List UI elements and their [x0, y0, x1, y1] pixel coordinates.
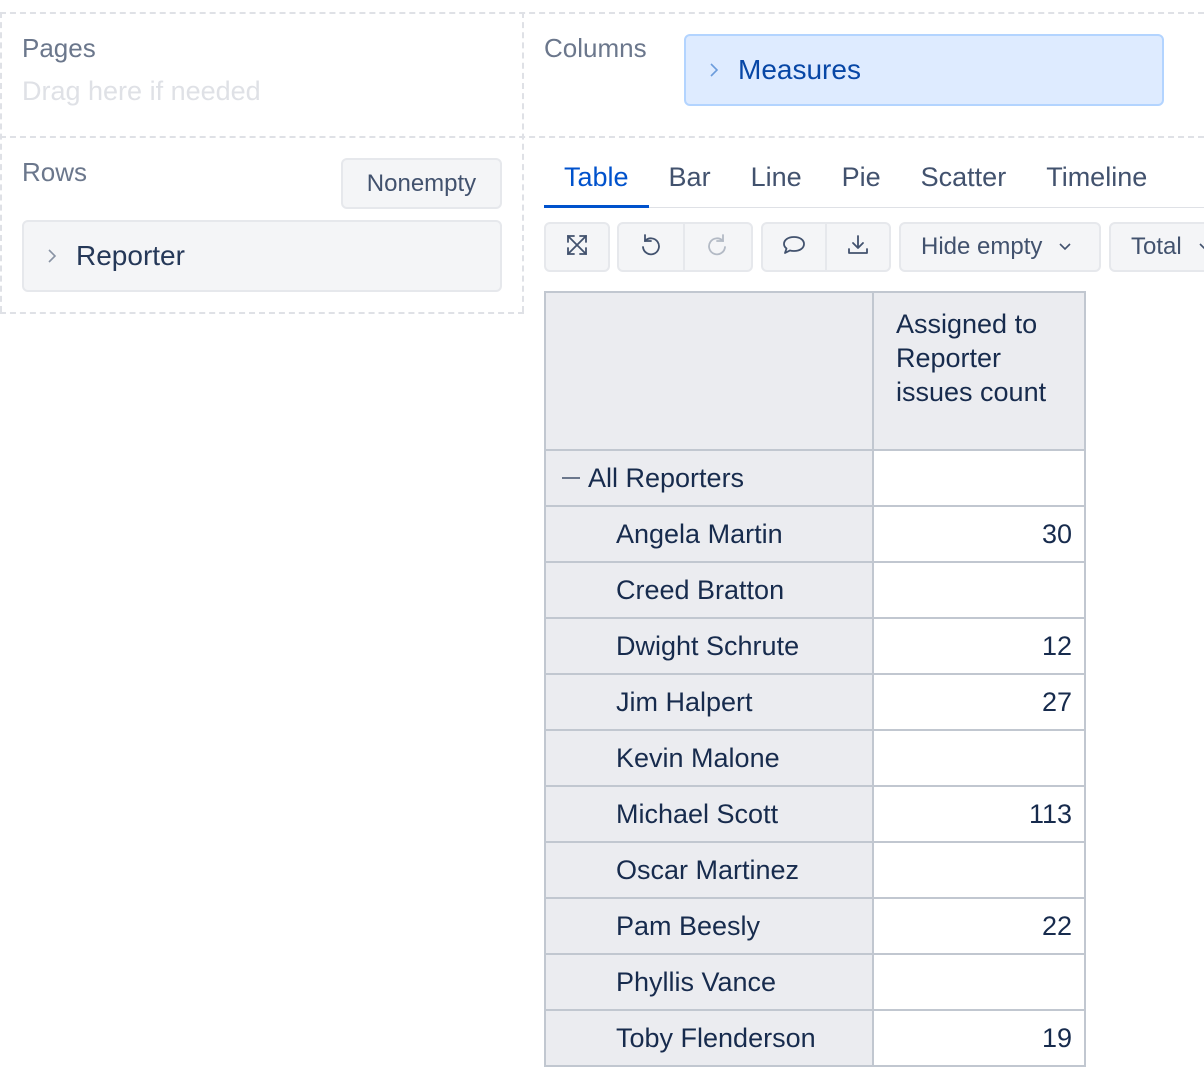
hide-empty-dropdown[interactable]: Hide empty — [899, 222, 1101, 272]
row-label: Oscar Martinez — [616, 854, 800, 885]
fullscreen-group — [544, 222, 610, 272]
value-cell: 22 — [872, 897, 1086, 955]
nonempty-button[interactable]: Nonempty — [341, 158, 502, 209]
tab-timeline[interactable]: Timeline — [1026, 150, 1167, 208]
columns-label: Columns — [544, 33, 647, 63]
column-header-issues-count[interactable]: Assigned to Reporter issues count — [872, 291, 1086, 451]
row-header-phyllis-vance[interactable]: Phyllis Vance — [544, 953, 874, 1011]
row-header-all-reporters[interactable]: All Reporters — [544, 449, 874, 507]
table-row: Pam Beesly 22 — [544, 897, 1086, 955]
value-cell: 113 — [872, 785, 1086, 843]
row-header-creed-bratton[interactable]: Creed Bratton — [544, 561, 874, 619]
undo-button[interactable] — [619, 224, 683, 270]
chevron-down-icon — [1059, 243, 1071, 251]
table-row: Michael Scott 113 — [544, 785, 1086, 843]
tab-pie[interactable]: Pie — [822, 150, 901, 208]
zone-border-bottom — [0, 312, 524, 314]
row-label: Angela Martin — [616, 518, 783, 549]
row-label: Michael Scott — [616, 798, 779, 829]
fullscreen-button[interactable] — [546, 224, 608, 270]
table-row: Creed Bratton — [544, 561, 1086, 619]
table-row: Phyllis Vance — [544, 953, 1086, 1011]
row-header-jim-halpert[interactable]: Jim Halpert — [544, 673, 874, 731]
tab-line[interactable]: Line — [731, 150, 822, 208]
table-row: Angela Martin 30 — [544, 505, 1086, 563]
rows-label: Rows — [22, 157, 88, 187]
pages-label: Pages — [22, 33, 96, 63]
total-dropdown[interactable]: Total — [1109, 222, 1204, 272]
report-table: Assigned to Reporter issues count All Re… — [544, 291, 1086, 1067]
value-cell: 27 — [872, 673, 1086, 731]
row-label: Pam Beesly — [616, 910, 761, 941]
table-corner-cell — [544, 291, 874, 451]
row-label: Phyllis Vance — [616, 966, 777, 997]
value-cell: 19 — [872, 1009, 1086, 1067]
reporter-chip[interactable]: Reporter — [22, 220, 502, 292]
tab-table[interactable]: Table — [544, 150, 649, 208]
value-cell: 30 — [872, 505, 1086, 563]
row-label: Dwight Schrute — [616, 630, 800, 661]
measures-chip[interactable]: Measures — [684, 34, 1164, 106]
value-cell — [872, 561, 1086, 619]
zone-border-middle — [522, 12, 524, 312]
chevron-down-icon — [1199, 243, 1204, 250]
row-label: Jim Halpert — [616, 686, 753, 717]
value-cell — [872, 449, 1086, 507]
table-row: Kevin Malone — [544, 729, 1086, 787]
measures-chip-label: Measures — [738, 54, 861, 85]
undo-icon — [638, 232, 664, 263]
comment-icon — [781, 232, 807, 263]
fullscreen-icon — [564, 232, 590, 263]
row-header-kevin-malone[interactable]: Kevin Malone — [544, 729, 874, 787]
comment-button[interactable] — [763, 224, 825, 270]
redo-button[interactable] — [683, 224, 749, 270]
row-label: All Reporters — [588, 462, 745, 493]
row-label: Kevin Malone — [616, 742, 780, 773]
total-label: Total — [1131, 233, 1182, 260]
row-header-angela-martin[interactable]: Angela Martin — [544, 505, 874, 563]
chevron-right-icon — [706, 62, 722, 78]
history-group — [617, 222, 753, 272]
zone-border-left — [0, 12, 2, 312]
row-label: Creed Bratton — [616, 574, 785, 605]
hide-empty-label: Hide empty — [921, 233, 1043, 260]
table-row: Toby Flenderson 19 — [544, 1009, 1086, 1067]
value-cell — [872, 953, 1086, 1011]
chevron-right-icon — [44, 248, 60, 264]
reporter-chip-label: Reporter — [76, 240, 185, 271]
row-header-toby-flenderson[interactable]: Toby Flenderson — [544, 1009, 874, 1067]
table-header-row: Assigned to Reporter issues count — [544, 291, 1086, 451]
table-row: Dwight Schrute 12 — [544, 617, 1086, 675]
table-row: Oscar Martinez — [544, 841, 1086, 899]
redo-icon — [704, 232, 730, 263]
pages-placeholder: Drag here if needed — [22, 76, 261, 106]
share-group — [761, 222, 891, 272]
row-header-michael-scott[interactable]: Michael Scott — [544, 785, 874, 843]
value-cell — [872, 729, 1086, 787]
row-header-oscar-martinez[interactable]: Oscar Martinez — [544, 841, 874, 899]
zone-border-mid — [0, 136, 1204, 138]
zone-border-top — [0, 12, 1204, 14]
table-row: All Reporters — [544, 449, 1086, 507]
download-button[interactable] — [825, 224, 889, 270]
value-cell — [872, 841, 1086, 899]
table-row: Jim Halpert 27 — [544, 673, 1086, 731]
row-header-pam-beesly[interactable]: Pam Beesly — [544, 897, 874, 955]
row-label: Toby Flenderson — [616, 1022, 816, 1053]
download-icon — [845, 232, 871, 263]
collapse-icon[interactable] — [562, 477, 580, 479]
row-header-dwight-schrute[interactable]: Dwight Schrute — [544, 617, 874, 675]
tab-scatter[interactable]: Scatter — [901, 150, 1027, 208]
tab-bar[interactable]: Bar — [649, 150, 731, 208]
value-cell: 12 — [872, 617, 1086, 675]
view-tabs: Table Bar Line Pie Scatter Timeline — [544, 150, 1167, 208]
